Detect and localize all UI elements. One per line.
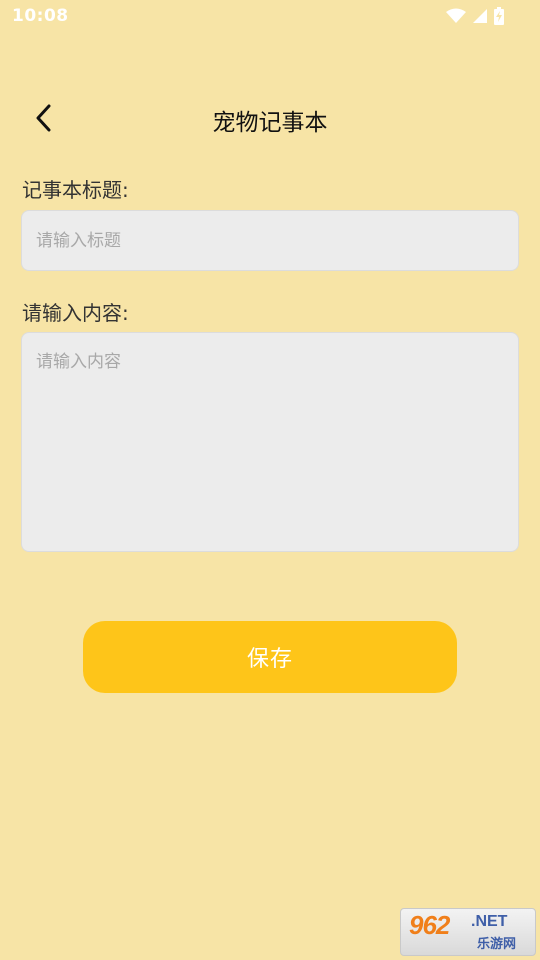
content-label: 请输入内容: <box>22 301 129 325</box>
watermark-domain: .NET <box>471 913 508 930</box>
title-label: 记事本标题: <box>22 178 129 202</box>
status-time: 10:08 <box>12 6 69 26</box>
status-bar: 10:08 <box>0 0 540 34</box>
app-header: 宠物记事本 <box>0 90 540 148</box>
content-input[interactable] <box>21 332 519 552</box>
save-button[interactable]: 保存 <box>83 621 457 693</box>
status-icons <box>446 7 504 25</box>
signal-icon <box>472 8 488 24</box>
watermark-logo: 962 .NET 乐游网 <box>400 908 536 956</box>
watermark-subtitle: 乐游网 <box>477 937 517 952</box>
battery-charging-icon <box>494 7 504 25</box>
wifi-icon <box>446 8 466 24</box>
title-input[interactable] <box>21 210 519 271</box>
page-title: 宠物记事本 <box>212 110 328 136</box>
watermark-number: 962 <box>409 910 450 940</box>
